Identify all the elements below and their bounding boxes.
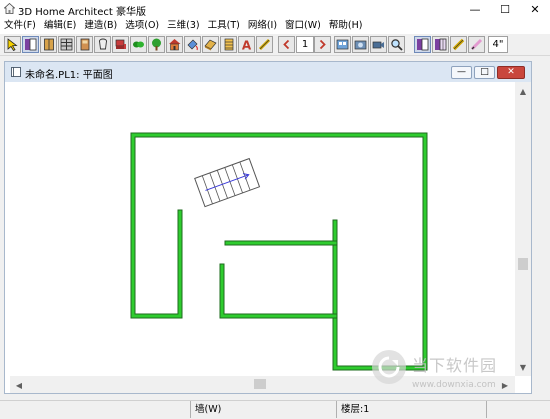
material-icon[interactable] xyxy=(202,36,219,53)
wall-outer-fill xyxy=(131,133,427,370)
window-view-icon[interactable] xyxy=(432,36,449,53)
plan-document-window: 未命名.PL1: 平面图 — □ ✕ ▲ ▼ ◀ ▶ xyxy=(4,61,532,394)
document-title: 未命名.PL1: 平面图 xyxy=(25,70,113,81)
horizontal-scroll-thumb[interactable] xyxy=(254,379,266,389)
app-logo-icon xyxy=(4,3,15,14)
zoom-icon[interactable] xyxy=(388,36,405,53)
floor-plan-drawing xyxy=(130,132,428,371)
wall-outer xyxy=(130,132,428,371)
document-maximize-button[interactable]: □ xyxy=(474,66,495,79)
house-icon[interactable] xyxy=(166,36,183,53)
floor-number: 1 xyxy=(296,36,314,53)
watermark-logo-icon xyxy=(372,350,406,384)
watermark: 当下软件园 www.downxia.com xyxy=(372,350,532,398)
plant-icon[interactable] xyxy=(130,36,147,53)
document-icon xyxy=(11,67,21,77)
furniture-icon[interactable] xyxy=(112,36,129,53)
status-empty-cell xyxy=(486,401,550,418)
menu-file[interactable]: 文件(F) xyxy=(0,18,40,34)
walls-group xyxy=(130,132,428,371)
menu-window[interactable]: 窗口(W) xyxy=(281,18,325,34)
status-bar: 墙(W) 楼层:1 xyxy=(0,400,550,419)
document-close-button[interactable]: ✕ xyxy=(497,66,525,79)
document-titlebar: 未命名.PL1: 平面图 — □ ✕ xyxy=(5,62,531,82)
menu-build[interactable]: 建造(B) xyxy=(80,18,121,34)
close-button[interactable]: ✕ xyxy=(520,0,550,18)
svg-text:A: A xyxy=(242,39,252,52)
pencil-icon[interactable] xyxy=(468,36,485,53)
maximize-button[interactable]: ☐ xyxy=(490,0,520,18)
tree-icon[interactable] xyxy=(148,36,165,53)
text-icon[interactable]: A xyxy=(238,36,255,53)
status-floor: 楼层:1 xyxy=(336,401,486,418)
fixture-icon[interactable] xyxy=(76,36,93,53)
dimension-icon[interactable] xyxy=(256,36,273,53)
cabinet-icon[interactable] xyxy=(58,36,75,53)
app-title: 3D Home Architect 豪华版 xyxy=(18,7,146,18)
floor-plan-canvas[interactable] xyxy=(10,82,515,376)
menu-3d[interactable]: 三维(3) xyxy=(163,18,203,34)
watermark-name: 当下软件园 xyxy=(412,356,498,375)
menu-edit[interactable]: 编辑(E) xyxy=(40,18,80,34)
menu-help[interactable]: 帮助(H) xyxy=(325,18,367,34)
scroll-left-arrow-icon[interactable]: ◀ xyxy=(12,378,26,392)
full-camera-icon[interactable] xyxy=(352,36,369,53)
minimize-button[interactable]: — xyxy=(460,0,490,18)
menu-bar: 文件(F) 编辑(E) 建造(B) 选项(O) 三维(3) 工具(T) 网络(I… xyxy=(0,18,550,34)
floor-up-icon[interactable] xyxy=(314,36,331,53)
status-current-tool: 墙(W) xyxy=(190,401,336,418)
wall-interior-fill xyxy=(220,264,337,318)
menu-network[interactable]: 网络(I) xyxy=(244,18,281,34)
window-icon[interactable] xyxy=(40,36,57,53)
grid-size-display[interactable]: 4" xyxy=(488,36,508,53)
camera-icon[interactable] xyxy=(370,36,387,53)
scroll-up-arrow-icon[interactable]: ▲ xyxy=(516,84,530,98)
vertical-scrollbar[interactable]: ▲ ▼ xyxy=(515,82,531,376)
document-minimize-button[interactable]: — xyxy=(451,66,472,79)
door-icon[interactable] xyxy=(22,36,39,53)
app-titlebar: 3D Home Architect 豪华版 — ☐ ✕ xyxy=(0,0,550,18)
wall-interior xyxy=(219,263,338,319)
appliance-icon[interactable] xyxy=(94,36,111,53)
paint-icon[interactable] xyxy=(184,36,201,53)
select-arrow-icon[interactable] xyxy=(4,36,21,53)
menu-tools[interactable]: 工具(T) xyxy=(204,18,244,34)
staircase xyxy=(194,157,261,208)
door-view-icon[interactable] xyxy=(414,36,431,53)
ruler-icon[interactable] xyxy=(450,36,467,53)
floor-down-icon[interactable] xyxy=(278,36,295,53)
menu-options[interactable]: 选项(O) xyxy=(121,18,163,34)
vertical-scroll-thumb[interactable] xyxy=(518,258,528,270)
toolbar: A 1 4" xyxy=(0,35,550,56)
watermark-url: www.downxia.com xyxy=(412,380,496,390)
window-controls: — ☐ ✕ xyxy=(460,0,550,18)
plan-view-icon[interactable] xyxy=(334,36,351,53)
stair-icon[interactable] xyxy=(220,36,237,53)
